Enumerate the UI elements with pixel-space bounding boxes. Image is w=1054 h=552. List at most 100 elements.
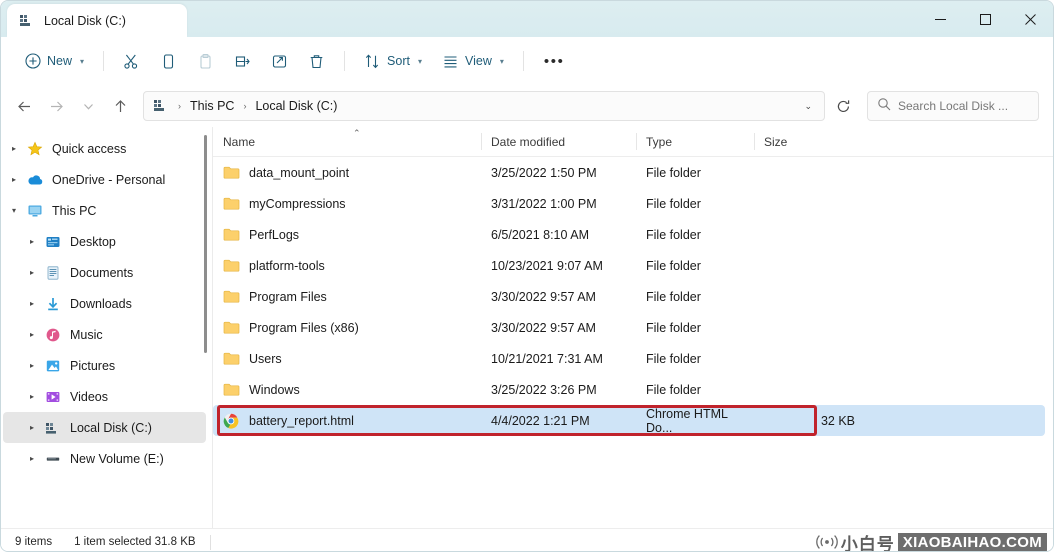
column-header-date-modified[interactable]: Date modified bbox=[481, 127, 636, 157]
sidebar-scrollbar[interactable] bbox=[203, 135, 208, 495]
status-divider bbox=[209, 534, 211, 550]
back-button[interactable] bbox=[9, 91, 39, 121]
table-row[interactable]: Program Files (x86) 3/30/2022 9:57 AM Fi… bbox=[213, 312, 1045, 343]
table-row[interactable]: data_mount_point 3/25/2022 1:50 PM File … bbox=[213, 157, 1045, 188]
up-button[interactable] bbox=[105, 91, 135, 121]
downloads-icon bbox=[43, 296, 63, 312]
forward-button[interactable] bbox=[41, 91, 71, 121]
sidebar-item-label: Desktop bbox=[70, 234, 116, 249]
share-button[interactable] bbox=[262, 45, 297, 77]
window-controls bbox=[918, 1, 1053, 37]
sidebar-item-desktop[interactable]: ▸ Desktop bbox=[3, 226, 206, 257]
chevron-down-icon[interactable]: ▾ bbox=[3, 206, 25, 215]
new-button[interactable]: New ▾ bbox=[15, 45, 93, 77]
sort-ascending-icon: ⌃ bbox=[353, 128, 361, 138]
sidebar-item-videos[interactable]: ▸ Videos bbox=[3, 381, 206, 412]
delete-button[interactable] bbox=[299, 45, 334, 77]
file-type-cell: Chrome HTML Do... bbox=[646, 406, 728, 435]
chevron-right-icon[interactable]: ▸ bbox=[21, 454, 43, 463]
sidebar-item-local-disk-c[interactable]: ▸ Local Disk (C:) bbox=[3, 412, 206, 443]
cut-button[interactable] bbox=[114, 45, 149, 77]
sidebar-item-quick-access[interactable]: ▸ Quick access bbox=[3, 133, 206, 164]
sort-button[interactable]: Sort ▾ bbox=[355, 45, 431, 77]
sidebar-item-label: Downloads bbox=[70, 296, 132, 311]
chevron-right-icon[interactable]: ▸ bbox=[21, 268, 43, 277]
brand-chinese-text: 小白号 bbox=[840, 534, 895, 552]
new-button-label: New bbox=[47, 54, 73, 68]
folder-icon bbox=[223, 258, 240, 274]
scissors-icon bbox=[123, 53, 140, 70]
sidebar-item-downloads[interactable]: ▸ Downloads bbox=[3, 288, 206, 319]
breadcrumb-item-local-disk-c[interactable]: Local Disk (C:) bbox=[251, 99, 341, 113]
table-row[interactable]: platform-tools 10/23/2021 9:07 AM File f… bbox=[213, 250, 1045, 281]
chevron-right-icon[interactable]: ▸ bbox=[21, 361, 43, 370]
column-header-size[interactable]: Size bbox=[754, 127, 869, 157]
brand-domain-text: XIAOBAIHAO.COM bbox=[897, 532, 1047, 551]
file-date-cell: 3/31/2022 1:00 PM bbox=[491, 196, 597, 211]
cloud-icon bbox=[25, 172, 45, 188]
view-button[interactable]: View ▾ bbox=[433, 45, 513, 77]
close-button[interactable] bbox=[1008, 1, 1053, 37]
paste-button[interactable] bbox=[188, 45, 223, 77]
file-name: Program Files bbox=[249, 289, 327, 304]
column-header-type[interactable]: Type bbox=[636, 127, 754, 157]
chevron-down-icon: ▾ bbox=[80, 56, 85, 66]
column-header-label: Size bbox=[764, 134, 788, 149]
file-date-cell: 3/25/2022 3:26 PM bbox=[491, 382, 597, 397]
file-size-cell: 32 KB bbox=[820, 413, 855, 428]
copy-button[interactable] bbox=[151, 45, 186, 77]
file-date-cell: 6/5/2021 8:10 AM bbox=[491, 227, 589, 242]
file-name: Users bbox=[249, 351, 282, 366]
view-icon bbox=[442, 53, 459, 70]
table-row[interactable]: battery_report.html 4/4/2022 1:21 PM Chr… bbox=[213, 405, 1045, 436]
file-name: Windows bbox=[249, 382, 300, 397]
file-rows: data_mount_point 3/25/2022 1:50 PM File … bbox=[213, 157, 1053, 436]
rename-button[interactable] bbox=[225, 45, 260, 77]
minimize-button[interactable] bbox=[918, 1, 963, 37]
file-date-cell: 10/21/2021 7:31 AM bbox=[491, 351, 603, 366]
breadcrumb-item-this-pc[interactable]: This PC bbox=[186, 99, 238, 113]
chevron-right-icon[interactable]: ▸ bbox=[3, 175, 25, 184]
more-button[interactable]: ••• bbox=[534, 53, 575, 70]
file-date-cell: 3/25/2022 1:50 PM bbox=[491, 165, 597, 180]
refresh-button[interactable] bbox=[827, 91, 859, 121]
table-row[interactable]: PerfLogs 6/5/2021 8:10 AM File folder bbox=[213, 219, 1045, 250]
chevron-right-icon[interactable]: ▸ bbox=[21, 423, 43, 432]
file-size-cell bbox=[754, 250, 869, 281]
table-row[interactable]: Users 10/21/2021 7:31 AM File folder bbox=[213, 343, 1045, 374]
table-row[interactable]: myCompressions 3/31/2022 1:00 PM File fo… bbox=[213, 188, 1045, 219]
sidebar-item-music[interactable]: ▸ Music bbox=[3, 319, 206, 350]
drive-icon bbox=[19, 13, 35, 29]
share-icon bbox=[271, 53, 288, 70]
sidebar-item-onedrive[interactable]: ▸ OneDrive - Personal bbox=[3, 164, 206, 195]
chevron-right-icon[interactable]: ▸ bbox=[21, 299, 43, 308]
sidebar-item-label: Documents bbox=[70, 265, 134, 280]
chevron-right-icon[interactable]: ▸ bbox=[21, 330, 43, 339]
file-name-cell: Users bbox=[213, 343, 481, 374]
toolbar-divider-3 bbox=[522, 51, 524, 71]
chevron-down-icon: ▾ bbox=[499, 56, 504, 66]
column-header-name[interactable]: Name bbox=[213, 127, 481, 157]
maximize-button[interactable] bbox=[963, 1, 1008, 37]
breadcrumb-dropdown-icon[interactable]: ⌄ bbox=[798, 101, 818, 112]
tab-local-disk-c[interactable]: Local Disk (C:) bbox=[7, 4, 187, 37]
file-type-cell: File folder bbox=[646, 196, 701, 211]
file-name-cell: Program Files bbox=[213, 281, 481, 312]
chevron-right-icon[interactable]: ▸ bbox=[3, 144, 25, 153]
sidebar-item-label: Local Disk (C:) bbox=[70, 420, 152, 435]
sidebar-item-documents[interactable]: ▸ Documents bbox=[3, 257, 206, 288]
table-row[interactable]: Program Files 3/30/2022 9:57 AM File fol… bbox=[213, 281, 1045, 312]
chevron-right-icon[interactable]: ▸ bbox=[21, 237, 43, 246]
breadcrumb[interactable]: › This PC › Local Disk (C:) ⌄ bbox=[143, 91, 825, 121]
table-row[interactable]: Windows 3/25/2022 3:26 PM File folder bbox=[213, 374, 1045, 405]
file-type-cell: File folder bbox=[646, 289, 701, 304]
sidebar-scrollbar-thumb[interactable] bbox=[204, 135, 207, 353]
search-input[interactable]: Search Local Disk ... bbox=[867, 91, 1039, 121]
sidebar-item-pictures[interactable]: ▸ Pictures bbox=[3, 350, 206, 381]
monitor-icon bbox=[25, 203, 45, 219]
recent-locations-button[interactable] bbox=[73, 91, 103, 121]
sidebar-item-new-volume-e[interactable]: ▸ New Volume (E:) bbox=[3, 443, 206, 474]
chevron-right-icon[interactable]: ▸ bbox=[21, 392, 43, 401]
folder-icon bbox=[223, 289, 240, 305]
sidebar-item-this-pc[interactable]: ▾ This PC bbox=[3, 195, 206, 226]
